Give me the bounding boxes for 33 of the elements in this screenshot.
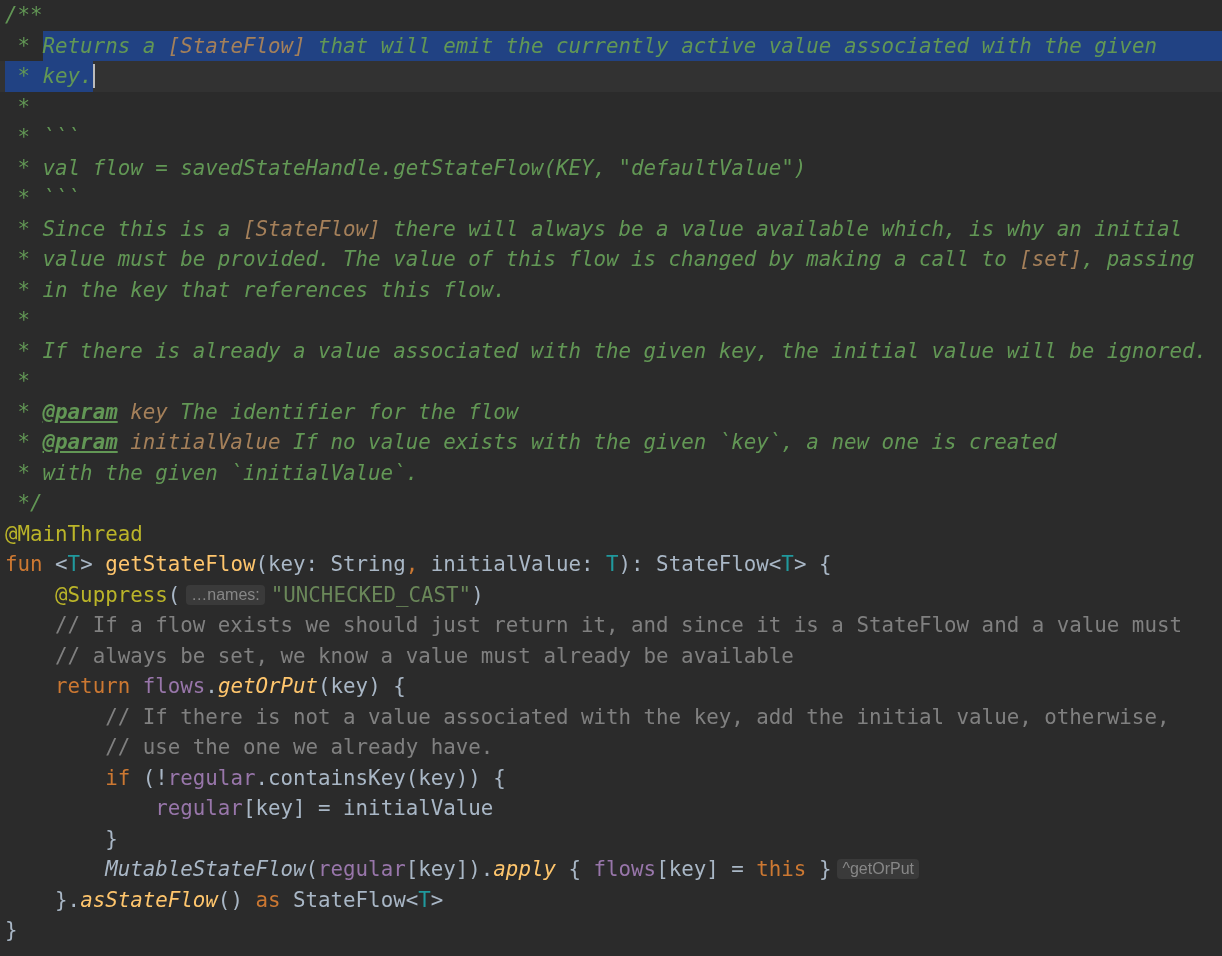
code-line: * with the given `initialValue`. — [16, 459, 419, 487]
code-line: * @param initialValue If no value exists with the given `key`, a new one is created — [16, 429, 1057, 456]
code-line: @Suppress( — [54, 581, 181, 609]
code-line: * If there is already a value associated with the given key, the initial value will be ignored. — [16, 337, 1207, 365]
code-line: // use the one we already have. — [104, 734, 494, 761]
code-line: MutableStateFlow(regular[key]).apply { flows[key] = this } — [103, 856, 832, 883]
code-line: * ``` — [16, 124, 81, 151]
code-line: return flows.getOrPut(key) { — [54, 673, 406, 700]
code-line: * Since this is a [StateFlow] there will always be a value available which, is why an initial — [16, 215, 1182, 243]
code-line: } — [104, 825, 118, 853]
parameter-hint: …names: — [186, 584, 265, 605]
code-line: regular[key] = initialValue — [154, 795, 494, 822]
code-line: /** — [5, 2, 43, 29]
code-line: }.asStateFlow() as StateFlow<T> — [54, 886, 444, 914]
code-line: // If a flow exists we should just return it, and since it is a StateFlow and a value must — [54, 612, 1182, 639]
code-line: @MainThread — [5, 520, 143, 548]
code-line: "UNCHECKED_CAST") — [270, 581, 484, 609]
text-cursor — [92, 64, 95, 89]
code-line: // always be set, we know a value must already be available — [54, 642, 794, 670]
code-line: */ — [16, 490, 43, 517]
code-line: * in the key that references this flow. — [16, 276, 506, 304]
code-line: if (!regular.containsKey(key)) { — [104, 764, 506, 792]
code-line: fun <T> getStateFlow(key: String, initialValue: T): StateFlow<T> { — [5, 551, 832, 578]
code-line: * ``` — [16, 185, 81, 212]
code-line: * — [16, 368, 31, 395]
code-line: * — [16, 307, 31, 334]
code-line: * @param key The identifier for the flow — [16, 398, 519, 426]
code-line: // If there is not a value associated with the key, add the initial value, otherwise, — [104, 703, 1170, 731]
code-line: * value must be provided. The value of this flow is changed by making a call to [set], passing — [16, 246, 1195, 273]
code-line: } — [5, 917, 18, 944]
code-line: * val flow = savedStateHandle.getStateFlow(KEY, "defaultValue") — [16, 154, 807, 182]
code-line: * — [16, 93, 31, 121]
parameter-hint: ^getOrPut — [837, 859, 919, 880]
